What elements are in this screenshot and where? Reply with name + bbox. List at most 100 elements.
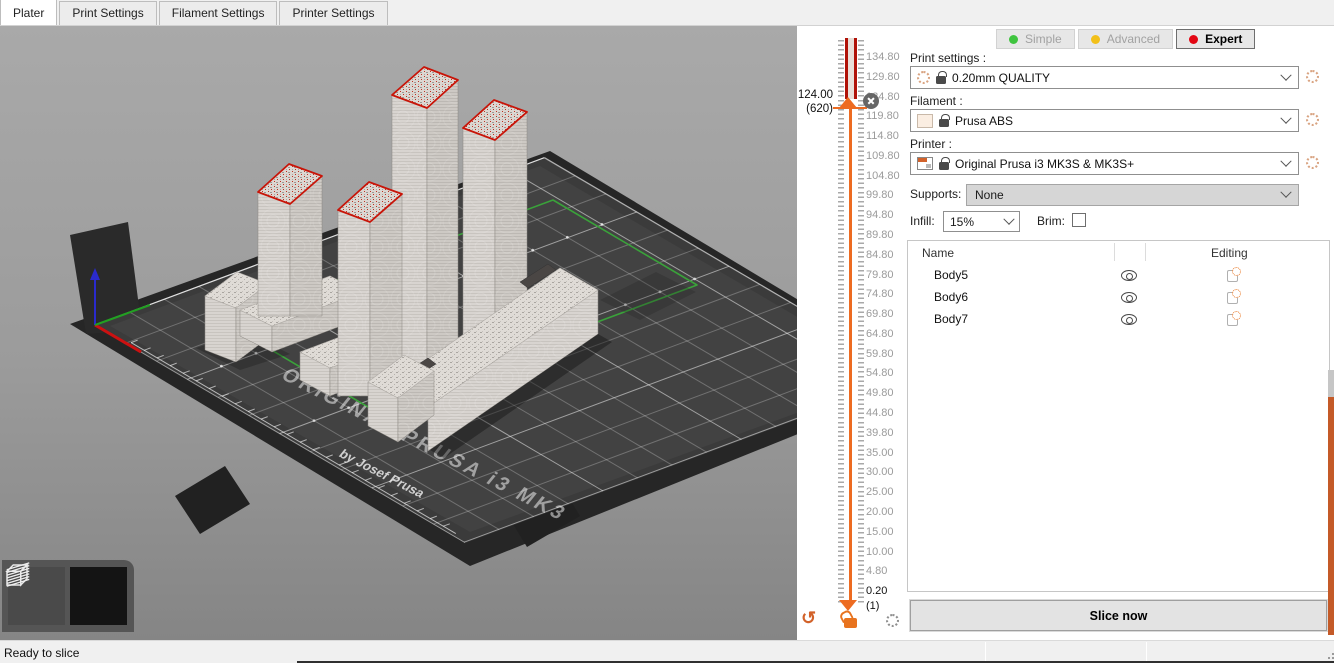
filament-value: Prusa ABS — [955, 114, 1276, 128]
upper-handle-line — [833, 107, 867, 109]
object-list: Name Editing Body5 Body6 Body7 — [907, 240, 1330, 592]
column-divider — [1145, 243, 1146, 261]
object-row[interactable]: Body5 — [908, 264, 1329, 286]
filament-combo[interactable]: Prusa ABS — [910, 109, 1299, 132]
edit-settings-icon[interactable] — [1227, 270, 1238, 282]
layer-tick-label: 114.80 — [866, 130, 899, 142]
3d-viewport[interactable]: ORIGINAL PRUSA i3 MK3by Josef Prusa — [0, 26, 797, 640]
mode-simple-label: Simple — [1025, 32, 1062, 46]
layer-tick-label: 74.80 — [866, 288, 894, 300]
mode-simple-button[interactable]: Simple — [996, 29, 1075, 49]
eye-visibility-icon[interactable] — [1121, 292, 1137, 303]
layer-tick-label: 35.00 — [866, 447, 894, 459]
layers-icon — [2, 560, 34, 590]
infill-label: Infill: — [910, 214, 935, 228]
brim-label: Brim: — [1037, 214, 1065, 228]
layer-tick-label: 129.80 — [866, 71, 900, 83]
lock-icon — [939, 162, 949, 170]
print-settings-label: Print settings : — [910, 51, 986, 65]
tab-filament-settings[interactable]: Filament Settings — [159, 1, 278, 25]
tab-plater[interactable]: Plater — [0, 0, 57, 25]
edit-settings-icon[interactable] — [1227, 292, 1238, 304]
delete-tick-button[interactable] — [863, 93, 879, 109]
layer-tick-label: 39.80 — [866, 427, 894, 439]
object-row[interactable]: Body6 — [908, 286, 1329, 308]
supports-value: None — [975, 188, 1282, 202]
chevron-down-icon — [1280, 155, 1291, 166]
tab-printer-settings[interactable]: Printer Settings — [279, 1, 387, 25]
background-window-strip — [1328, 397, 1334, 635]
tab-print-settings[interactable]: Print Settings — [59, 1, 156, 25]
status-bar: Ready to slice — [0, 640, 1334, 663]
prusaslicer-window: Plater Print Settings Filament Settings … — [0, 0, 1334, 663]
mode-switch: Simple Advanced Expert — [996, 29, 1255, 49]
layer-tick-label: 109.80 — [866, 150, 900, 162]
print-bed-scene: ORIGINAL PRUSA i3 MK3by Josef Prusa — [0, 26, 797, 640]
supports-row: Supports: None — [910, 184, 1314, 206]
preview-view-button[interactable] — [70, 567, 127, 625]
layer-tick-label: 59.80 — [866, 348, 894, 360]
status-text: Ready to slice — [4, 646, 79, 660]
mode-expert-button[interactable]: Expert — [1176, 29, 1255, 49]
slider-footer: ↻ — [797, 610, 907, 636]
status-divider — [1146, 642, 1147, 663]
layer-tick-label: 104.80 — [866, 170, 900, 182]
object-name: Body7 — [934, 312, 968, 326]
view-switch-bar — [2, 560, 134, 632]
mode-advanced-label: Advanced — [1107, 32, 1160, 46]
filament-label: Filament : — [910, 94, 963, 108]
background-window-strip — [1328, 370, 1334, 397]
layer-tick-label: 30.00 — [866, 466, 894, 478]
chevron-down-icon — [1280, 112, 1291, 123]
lock-icon — [939, 119, 949, 127]
layer-slider: 124.00 (620) 134.80129.80124.80119.80114… — [797, 26, 907, 640]
status-divider — [985, 642, 986, 663]
layer-tick-label: 69.80 — [866, 308, 894, 320]
advanced-mode-dot-icon — [1091, 35, 1100, 44]
layer-tick-label: 119.80 — [866, 110, 899, 122]
simple-mode-dot-icon — [1009, 35, 1018, 44]
column-divider — [1114, 243, 1115, 261]
column-editing: Editing — [1211, 246, 1248, 260]
object-name: Body6 — [934, 290, 968, 304]
eye-visibility-icon[interactable] — [1121, 314, 1137, 325]
object-row[interactable]: Body7 — [908, 308, 1329, 330]
slider-track[interactable] — [849, 106, 852, 604]
printer-label: Printer : — [910, 137, 952, 151]
undo-icon[interactable]: ↻ — [801, 608, 816, 629]
slider-selected-range[interactable] — [845, 38, 857, 99]
infill-select[interactable]: 15% — [943, 211, 1020, 232]
printer-combo[interactable]: Original Prusa i3 MK3S & MK3S+ — [910, 152, 1299, 175]
infill-row: Infill: 15% Brim: — [910, 213, 1314, 234]
print-settings-combo[interactable]: 0.20mm QUALITY — [910, 66, 1299, 89]
supports-select[interactable]: None — [966, 184, 1299, 206]
slice-now-button[interactable]: Slice now — [910, 600, 1327, 631]
tab-bar: Plater Print Settings Filament Settings … — [0, 0, 1334, 26]
mode-advanced-button[interactable]: Advanced — [1078, 29, 1173, 49]
expert-mode-dot-icon — [1189, 35, 1198, 44]
printer-gear-button[interactable] — [1306, 156, 1319, 169]
print-settings-gear-button[interactable] — [1306, 70, 1319, 83]
layer-tick-label: 25.00 — [866, 486, 894, 498]
printer-icon — [917, 157, 933, 170]
layer-tick-label: 84.80 — [866, 249, 894, 261]
profile-gear-icon — [917, 71, 930, 84]
eye-visibility-icon[interactable] — [1121, 270, 1137, 281]
column-name: Name — [922, 246, 954, 260]
slider-ticks-right — [858, 40, 864, 606]
settings-panel: Simple Advanced Expert Print settings : … — [907, 26, 1334, 640]
object-name: Body5 — [934, 268, 968, 282]
resize-grip-icon[interactable] — [1328, 657, 1330, 659]
chevron-down-icon — [1280, 187, 1291, 198]
edit-settings-icon[interactable] — [1227, 314, 1238, 326]
brim-checkbox[interactable] — [1072, 213, 1086, 227]
layer-tick-label: 20.00 — [866, 506, 894, 518]
chevron-down-icon — [1003, 213, 1014, 224]
layer-tick-label: 64.80 — [866, 328, 894, 340]
unlock-icon[interactable] — [844, 618, 857, 628]
slider-settings-gear-icon[interactable] — [886, 614, 899, 627]
layer-tick-label: 4.80 — [866, 565, 887, 577]
layer-tick-label: 99.80 — [866, 189, 894, 201]
slider-ticks-left — [838, 40, 844, 606]
filament-gear-button[interactable] — [1306, 113, 1319, 126]
